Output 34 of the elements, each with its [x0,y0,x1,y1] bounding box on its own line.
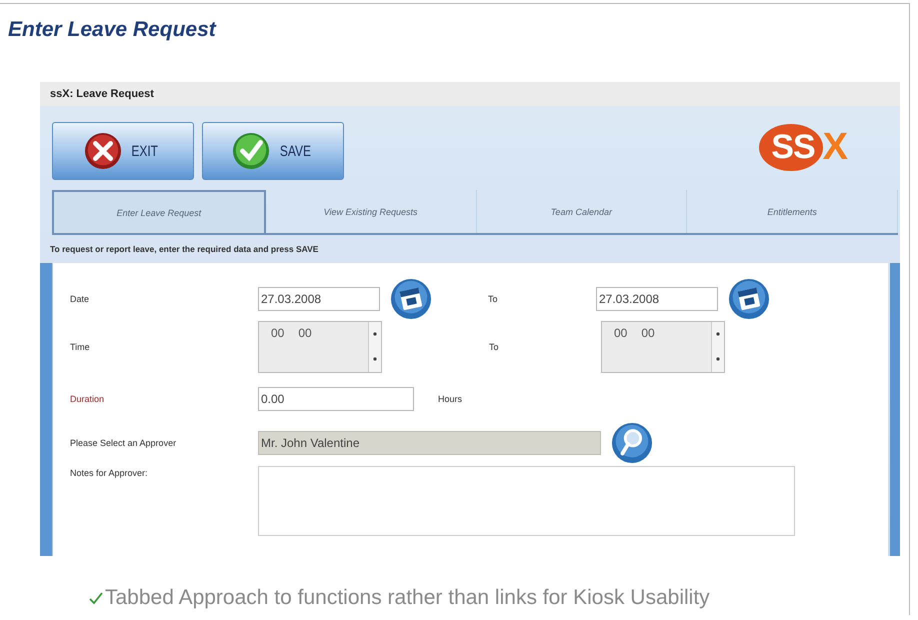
field-label: Duration [70,394,106,404]
notes-field[interactable] [258,466,795,536]
unit-label: Hours [438,394,462,404]
spin-down-icon[interactable] [714,355,722,363]
window-title: ssX: Leave Request [40,82,900,106]
logo: SS X [759,124,848,171]
field-label: Time [70,342,91,352]
spin-up-icon[interactable] [371,330,379,338]
spin-down-icon[interactable] [371,355,379,363]
caption-text: Tabbed Approach to functions rather than links for Kiosk Usability [105,586,710,610]
duration-field[interactable]: 0.00 [258,387,414,411]
field-label: To [488,294,499,304]
field-label: Date [70,294,90,304]
tab[interactable]: View Existing Requests [266,190,476,233]
date-field[interactable]: 27.03.2008 [596,287,718,311]
time-spinner[interactable]: 00 00 [258,320,382,372]
checkmark-icon [88,590,104,606]
field-label: To [489,342,500,352]
field-label: Please Select an Approver [70,438,178,448]
exit-button[interactable]: EXIT [52,122,194,180]
tab[interactable]: Enter Leave Request [52,190,266,233]
calendar-icon[interactable] [390,278,432,320]
tab[interactable]: Team Calendar [476,190,688,233]
spin-up-icon[interactable] [714,330,722,338]
save-button[interactable]: SAVE [202,122,344,180]
page-title: Enter Leave Request [8,18,218,43]
search-icon[interactable] [611,422,653,464]
checkmark-icon [232,132,270,170]
field-label: Notes for Approver: [70,468,149,478]
close-icon [84,132,122,170]
time-spinner[interactable]: 00 00 [601,320,725,372]
tab[interactable]: Entitlements [687,190,898,233]
calendar-icon[interactable] [728,278,770,320]
date-field[interactable]: 27.03.2008 [258,287,380,311]
